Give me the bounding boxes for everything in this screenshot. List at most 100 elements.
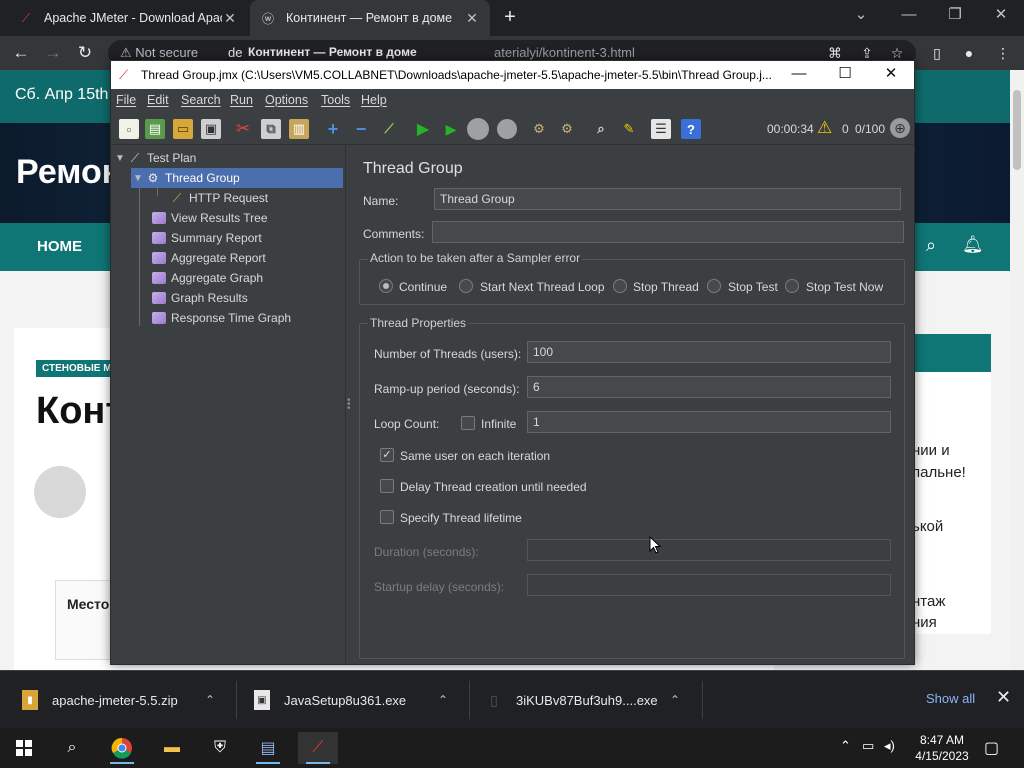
split-grip-icon[interactable]: • • • bbox=[347, 396, 351, 414]
threads-field[interactable]: 100 bbox=[527, 341, 891, 363]
tree-item-aggregate-report[interactable]: Aggregate Report bbox=[151, 248, 341, 268]
close-icon[interactable]: ✕ bbox=[464, 10, 480, 27]
tab-jmeter-download[interactable]: ⟋ Apache JMeter - Download Apac ✕ bbox=[8, 0, 248, 36]
menu-edit[interactable]: Edit bbox=[147, 93, 169, 107]
reload-button[interactable]: ↻ bbox=[72, 40, 98, 66]
side-panel-icon[interactable]: ▯ bbox=[924, 40, 950, 66]
tree-item-aggregate-graph[interactable]: Aggregate Graph bbox=[151, 268, 341, 288]
nav-home-link[interactable]: HOME bbox=[37, 238, 82, 255]
download-item[interactable]: ▯ 3iKUBv87Buf3uh9....exe ⌃ bbox=[486, 671, 696, 729]
shutdown-icon[interactable] bbox=[497, 119, 517, 139]
sidebar-text[interactable]: нии и bbox=[912, 442, 950, 459]
notification-icon[interactable]: ▢ bbox=[984, 738, 999, 758]
thread-lifetime-checkbox[interactable] bbox=[380, 510, 394, 524]
jmeter-titlebar[interactable]: ⟋ Thread Group.jmx (C:\Users\VM5.COLLABN… bbox=[111, 61, 914, 89]
chevron-down-icon[interactable]: ▼ bbox=[131, 173, 145, 184]
menu-help[interactable]: Help bbox=[361, 93, 387, 107]
menu-options[interactable]: Options bbox=[265, 93, 308, 107]
copy-icon[interactable]: ⧉ bbox=[261, 119, 281, 139]
chevron-up-icon[interactable]: ⌃ bbox=[670, 693, 680, 707]
download-item[interactable]: ▣ JavaSetup8u361.exe ⌃ bbox=[254, 671, 464, 729]
chevron-up-icon[interactable]: ⌃ bbox=[438, 693, 448, 707]
delay-creation-label[interactable]: Delay Thread creation until needed bbox=[400, 480, 587, 494]
scrollbar-thumb[interactable] bbox=[1013, 90, 1021, 170]
radio-continue[interactable] bbox=[379, 279, 393, 293]
paste-icon[interactable]: ▥ bbox=[289, 119, 309, 139]
system-clock[interactable]: 8:47 AM 4/15/2023 bbox=[912, 732, 972, 764]
maximize-button[interactable]: ☐ bbox=[825, 63, 865, 87]
bell-icon[interactable]: 🔔︎ bbox=[962, 235, 984, 255]
sidebar-text[interactable]: ькой bbox=[912, 518, 943, 535]
help-icon[interactable]: ? bbox=[681, 119, 701, 139]
tree-item-http-request[interactable]: ⟋ HTTP Request bbox=[169, 188, 339, 208]
windows-start-icon[interactable] bbox=[4, 732, 44, 764]
same-user-label[interactable]: Same user on each iteration bbox=[400, 449, 550, 463]
thread-lifetime-label[interactable]: Specify Thread lifetime bbox=[400, 511, 522, 525]
menu-icon[interactable]: ⋮ bbox=[990, 40, 1016, 66]
reset-search-icon[interactable]: ✎ bbox=[619, 119, 639, 139]
stop-icon[interactable] bbox=[467, 118, 489, 140]
clear-all-icon[interactable]: ⚙ bbox=[557, 119, 577, 139]
not-secure-indicator[interactable]: ⚠ Not secure bbox=[120, 45, 198, 61]
loop-count-field[interactable]: 1 bbox=[527, 411, 891, 433]
site-logo[interactable]: Ремон bbox=[16, 153, 122, 192]
collapse-icon[interactable]: − bbox=[351, 119, 371, 139]
menu-file[interactable]: File bbox=[116, 93, 136, 107]
minimize-button[interactable]: — bbox=[779, 63, 819, 87]
download-item[interactable]: ▮ apache-jmeter-5.5.zip ⌃ bbox=[22, 671, 232, 729]
save-icon[interactable]: ▣ bbox=[201, 119, 221, 139]
start-icon[interactable]: ▶ bbox=[413, 119, 433, 139]
radio-start-next-loop-label[interactable]: Start Next Thread Loop bbox=[480, 280, 605, 294]
tree-item-summary-report[interactable]: Summary Report bbox=[151, 228, 341, 248]
chevron-up-icon[interactable]: ⌃ bbox=[840, 738, 851, 754]
search-icon[interactable]: ⌕ bbox=[591, 119, 611, 139]
sidebar-text[interactable]: пальне! bbox=[912, 464, 966, 481]
tree-item-thread-group[interactable]: ▼ ⚙ Thread Group bbox=[131, 168, 343, 188]
menu-tools[interactable]: Tools bbox=[321, 93, 350, 107]
profile-icon[interactable]: ● bbox=[956, 40, 982, 66]
show-all-link[interactable]: Show all bbox=[926, 691, 975, 706]
search-icon[interactable]: ⌕ bbox=[52, 732, 92, 764]
radio-continue-label[interactable]: Continue bbox=[399, 280, 447, 294]
radio-start-next-loop[interactable] bbox=[459, 279, 473, 293]
remote-status-icon[interactable]: ⊕ bbox=[890, 118, 910, 138]
jmeter-feather-icon[interactable]: ⟋ bbox=[298, 732, 338, 764]
security-shield-icon[interactable]: ⛨ bbox=[200, 732, 240, 764]
radio-stop-thread-label[interactable]: Stop Thread bbox=[633, 280, 699, 294]
category-tag[interactable]: СТЕНОВЫЕ М bbox=[36, 360, 118, 377]
chevron-down-icon[interactable]: ▼ bbox=[113, 153, 127, 164]
delay-creation-checkbox[interactable] bbox=[380, 479, 394, 493]
radio-stop-test[interactable] bbox=[707, 279, 721, 293]
expand-icon[interactable]: + bbox=[323, 119, 343, 139]
tree-item-test-plan[interactable]: ▼ ⟋ Test Plan bbox=[113, 148, 343, 168]
function-helper-icon[interactable]: ☰ bbox=[651, 119, 671, 139]
back-button[interactable]: ← bbox=[8, 40, 34, 66]
tree-item-response-time-graph[interactable]: Response Time Graph bbox=[151, 308, 341, 328]
open-icon[interactable]: ▭ bbox=[173, 119, 193, 139]
forward-button[interactable]: → bbox=[40, 40, 66, 66]
file-explorer-icon[interactable]: ▬ bbox=[152, 732, 192, 764]
close-button[interactable]: ✕ bbox=[871, 63, 911, 87]
tree-item-view-results-tree[interactable]: View Results Tree bbox=[151, 208, 341, 228]
radio-stop-test-label[interactable]: Stop Test bbox=[728, 280, 778, 294]
chevron-down-icon[interactable]: ⌄ bbox=[838, 0, 884, 32]
comments-field[interactable] bbox=[432, 221, 904, 243]
menu-run[interactable]: Run bbox=[230, 93, 253, 107]
warning-icon[interactable]: ⚠ bbox=[817, 118, 832, 138]
remote-desktop-icon[interactable]: ▤ bbox=[248, 732, 288, 764]
templates-icon[interactable]: ▤ bbox=[145, 119, 165, 139]
volume-icon[interactable]: ◂) bbox=[884, 738, 895, 754]
close-window-button[interactable]: ✕ bbox=[978, 0, 1024, 32]
chevron-up-icon[interactable]: ⌃ bbox=[205, 693, 215, 707]
sidebar-text[interactable]: нтаж bbox=[912, 593, 945, 610]
search-icon[interactable]: ⌕ bbox=[926, 235, 936, 256]
chrome-icon[interactable] bbox=[102, 732, 142, 764]
toggle-icon[interactable]: ⟋ bbox=[379, 119, 399, 139]
network-icon[interactable]: ▭ bbox=[862, 738, 874, 754]
radio-stop-test-now[interactable] bbox=[785, 279, 799, 293]
restore-button[interactable]: ❐ bbox=[932, 0, 978, 32]
radio-stop-thread[interactable] bbox=[613, 279, 627, 293]
close-icon[interactable]: ✕ bbox=[222, 10, 238, 27]
name-field[interactable]: Thread Group bbox=[434, 188, 901, 210]
tab-kontinent[interactable]: ⓦ Континент — Ремонт в доме ✕ bbox=[250, 0, 490, 36]
